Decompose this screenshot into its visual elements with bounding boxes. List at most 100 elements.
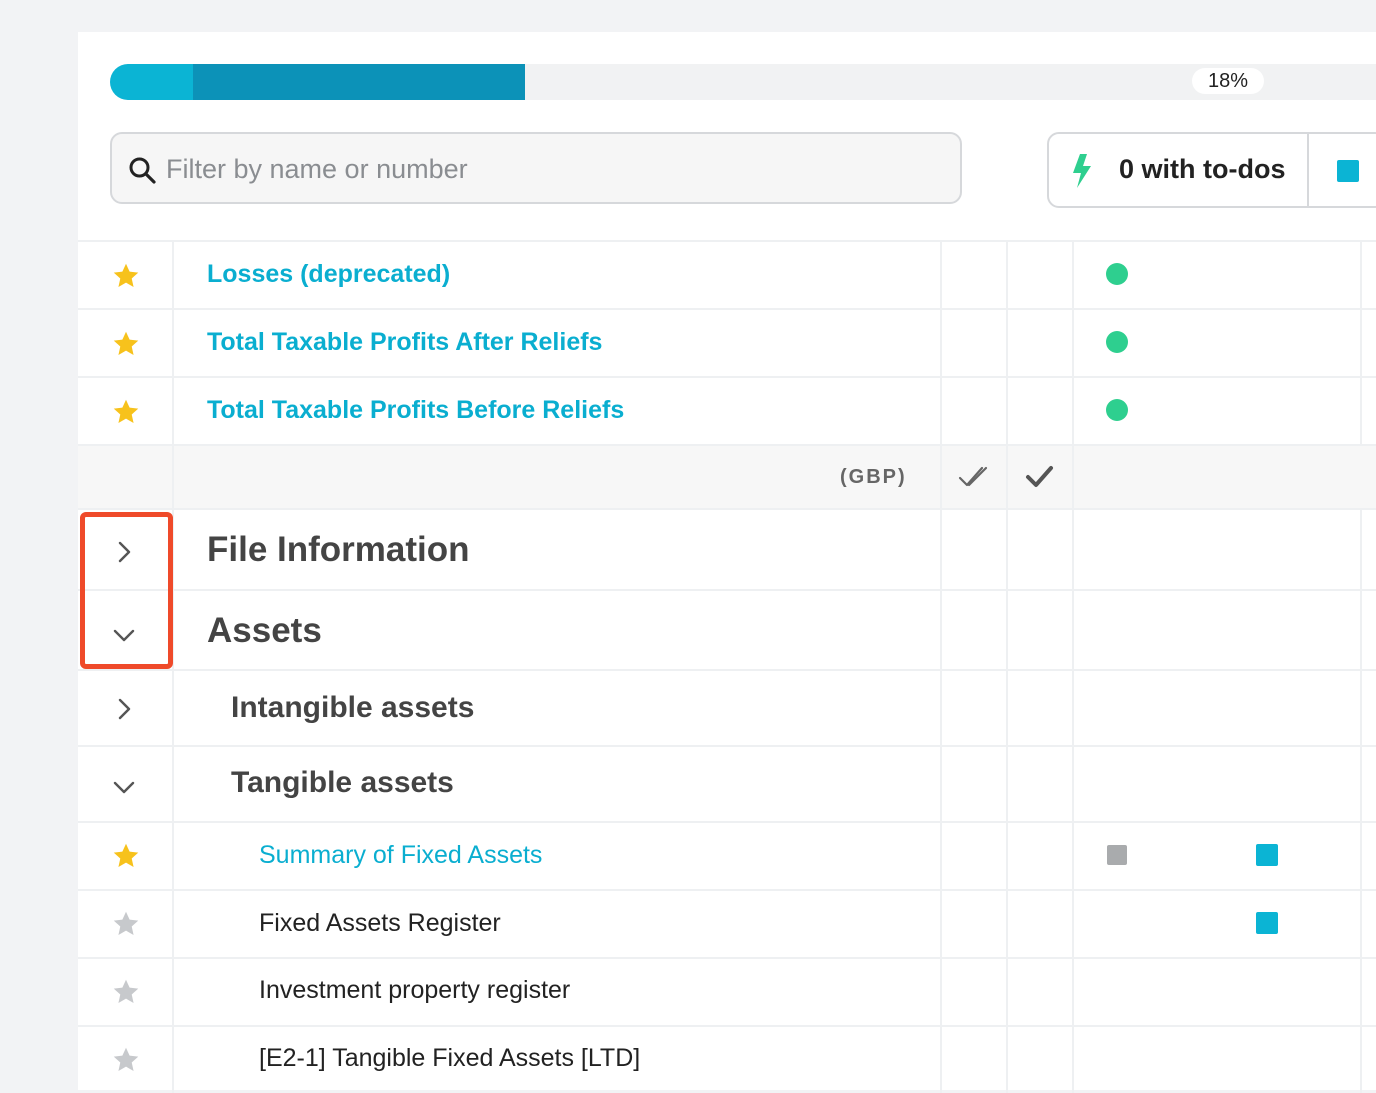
column-divider — [940, 671, 942, 745]
column-divider — [940, 823, 942, 889]
star-icon[interactable] — [112, 1046, 140, 1074]
highlight-box — [80, 512, 173, 669]
column-divider — [1006, 510, 1008, 589]
flag-square-blue — [1256, 844, 1278, 866]
column-divider — [940, 747, 942, 821]
table-row[interactable]: Investment property register — [78, 957, 1376, 1025]
column-divider — [1360, 891, 1362, 957]
expand-cell — [78, 747, 174, 821]
filter-divider — [1307, 134, 1309, 206]
table-row[interactable]: Total Taxable Profits Before Reliefs — [78, 376, 1376, 444]
section-row[interactable]: Assets — [78, 589, 1376, 669]
todo-filter-button[interactable]: 0 with to-dos — [1119, 154, 1285, 185]
flag-square-blue — [1256, 912, 1278, 934]
currency-label: (GBP) — [840, 466, 907, 488]
column-divider — [1006, 378, 1008, 444]
chevron-right-icon[interactable] — [112, 697, 136, 721]
search-icon — [129, 157, 156, 184]
column-divider — [1360, 591, 1362, 669]
column-divider — [1006, 1027, 1008, 1093]
column-divider — [940, 591, 942, 669]
star-icon[interactable] — [112, 978, 140, 1006]
status-dot-green — [1106, 331, 1128, 353]
column-divider — [1360, 510, 1362, 589]
column-divider — [1006, 747, 1008, 821]
column-divider — [1006, 891, 1008, 957]
column-divider — [1072, 378, 1074, 444]
table-row[interactable]: Summary of Fixed Assets — [78, 821, 1376, 889]
table-row[interactable]: [E2-1] Tangible Fixed Assets [LTD] — [78, 1025, 1376, 1093]
column-divider — [940, 310, 942, 376]
column-divider — [940, 446, 942, 508]
column-divider — [1072, 310, 1074, 376]
blue-square-icon[interactable] — [1337, 160, 1359, 182]
section-title: Assets — [207, 611, 322, 650]
filter-toggle-group: 0 with to-dos — [1047, 132, 1376, 208]
row-link[interactable]: Total Taxable Profits Before Reliefs — [207, 396, 624, 425]
progress-percent: 18% — [1192, 68, 1265, 94]
check-icon[interactable] — [1025, 464, 1055, 490]
column-divider — [940, 378, 942, 444]
star-cell — [78, 891, 174, 957]
items-table: Losses (deprecated) Total Taxable Profit… — [78, 240, 1376, 1093]
status-square-grey — [1107, 845, 1127, 865]
column-divider — [1006, 310, 1008, 376]
status-dot-green — [1106, 399, 1128, 421]
row-title[interactable]: Investment property register — [259, 976, 570, 1005]
search-input[interactable] — [164, 134, 948, 204]
double-check-icon[interactable] — [958, 464, 990, 490]
star-icon[interactable] — [112, 910, 140, 938]
star-icon[interactable] — [112, 262, 140, 290]
progress-fill-partial — [193, 64, 525, 100]
column-divider — [1072, 446, 1074, 508]
subsection-title: Intangible assets — [231, 691, 475, 724]
star-cell — [78, 378, 174, 444]
star-cell — [78, 310, 174, 376]
column-divider — [940, 891, 942, 957]
row-link[interactable]: Losses (deprecated) — [207, 260, 450, 289]
column-divider — [1360, 242, 1362, 308]
column-divider — [1360, 310, 1362, 376]
status-dot-green — [1106, 263, 1128, 285]
column-divider — [1006, 242, 1008, 308]
star-cell — [78, 959, 174, 1025]
row-title[interactable]: Fixed Assets Register — [259, 909, 501, 938]
column-divider — [1072, 747, 1074, 821]
progress-fill-complete — [110, 64, 193, 100]
star-icon[interactable] — [112, 398, 140, 426]
main-panel: 18% 0 with to-dos Losses (deprecated) — [78, 32, 1376, 1093]
column-divider — [1360, 959, 1362, 1025]
table-row[interactable]: Fixed Assets Register — [78, 889, 1376, 957]
search-box[interactable] — [110, 132, 962, 204]
section-row[interactable]: File Information — [78, 508, 1376, 589]
column-divider — [1360, 823, 1362, 889]
header-icon-cell — [78, 446, 174, 508]
column-divider — [1006, 591, 1008, 669]
column-divider — [1006, 446, 1008, 508]
column-divider — [1006, 959, 1008, 1025]
star-icon[interactable] — [112, 842, 140, 870]
star-cell — [78, 1027, 174, 1093]
subsection-row[interactable]: Tangible assets — [78, 745, 1376, 821]
star-icon[interactable] — [112, 330, 140, 358]
table-row[interactable]: Total Taxable Profits After Reliefs — [78, 308, 1376, 376]
row-title[interactable]: [E2-1] Tangible Fixed Assets [LTD] — [259, 1044, 640, 1073]
expand-cell — [78, 671, 174, 745]
column-divider — [1072, 510, 1074, 589]
table-row[interactable]: Losses (deprecated) — [78, 240, 1376, 308]
progress-bar — [110, 64, 1376, 100]
row-link[interactable]: Total Taxable Profits After Reliefs — [207, 328, 602, 357]
column-divider — [1360, 671, 1362, 745]
column-divider — [1072, 959, 1074, 1025]
chevron-down-icon[interactable] — [112, 775, 136, 799]
column-divider — [940, 959, 942, 1025]
column-divider — [940, 242, 942, 308]
star-cell — [78, 823, 174, 889]
subsection-row[interactable]: Intangible assets — [78, 669, 1376, 745]
column-divider — [1072, 891, 1074, 957]
row-link[interactable]: Summary of Fixed Assets — [259, 841, 542, 870]
bolt-icon — [1073, 154, 1091, 188]
subsection-title: Tangible assets — [231, 766, 454, 799]
column-divider — [1072, 591, 1074, 669]
column-divider — [1072, 1027, 1074, 1093]
